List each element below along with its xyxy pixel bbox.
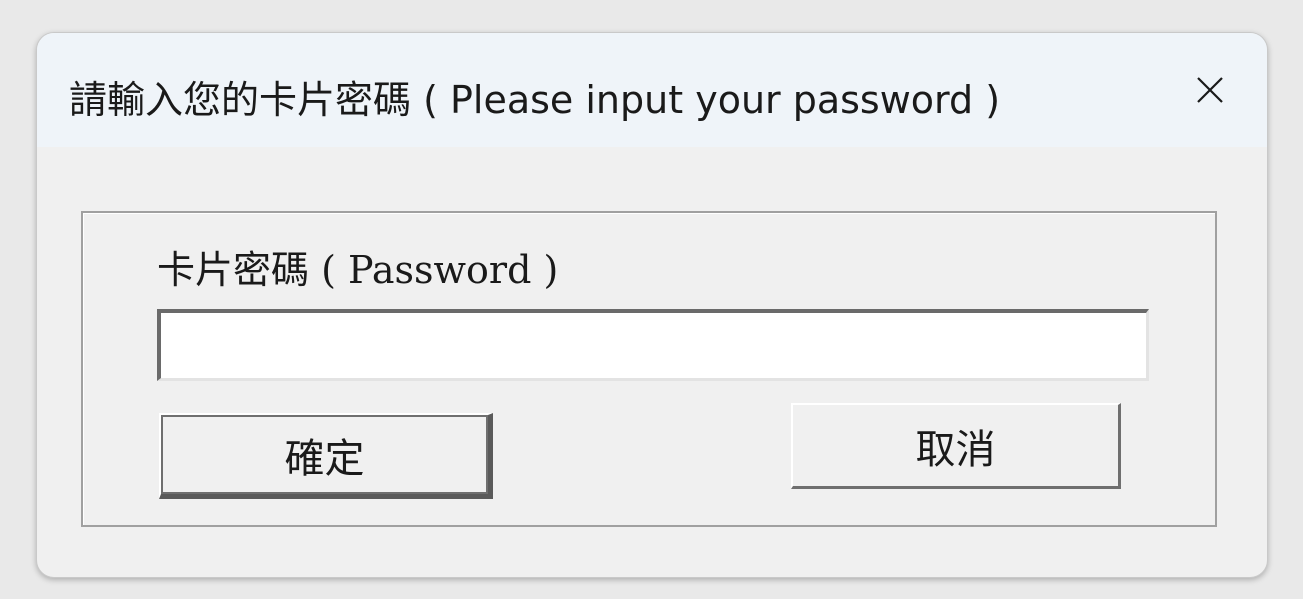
- ok-button-label: 確定: [284, 435, 365, 482]
- password-label: 卡片密碼 ( Password ): [157, 248, 559, 292]
- cancel-button-label: 取消: [915, 426, 996, 473]
- dialog-title: 請輸入您的卡片密碼 ( Please input your password ): [69, 78, 1001, 122]
- password-dialog: 請輸入您的卡片密碼 ( Please input your password )…: [36, 32, 1268, 578]
- ok-button[interactable]: 確定: [159, 413, 493, 499]
- close-button[interactable]: [1183, 63, 1237, 117]
- password-group-box: 卡片密碼 ( Password ) 確定 取消: [81, 211, 1217, 527]
- close-icon: [1196, 76, 1224, 104]
- cancel-button[interactable]: 取消: [791, 403, 1121, 489]
- title-bar[interactable]: 請輸入您的卡片密碼 ( Please input your password ): [37, 33, 1267, 147]
- password-input[interactable]: [157, 309, 1149, 381]
